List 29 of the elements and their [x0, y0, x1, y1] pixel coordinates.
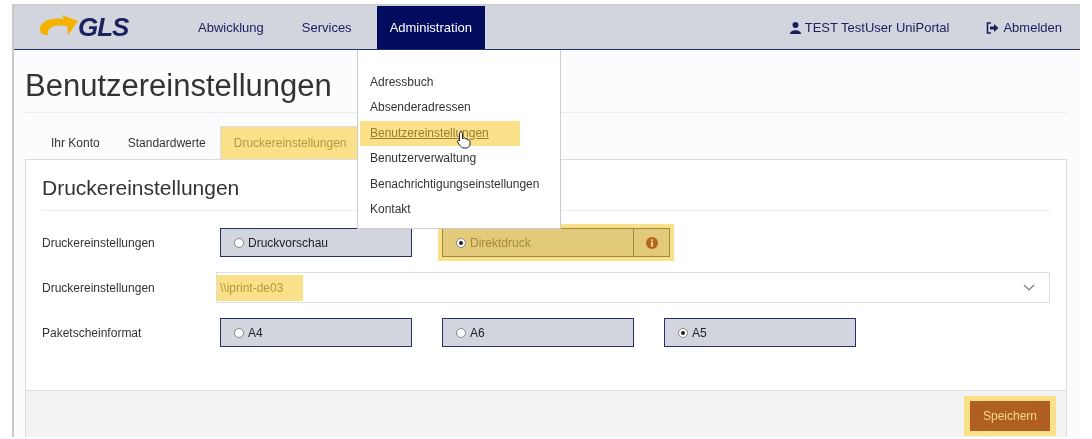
radio-button[interactable]	[234, 327, 244, 338]
tab[interactable]: Standardwerte	[113, 126, 220, 159]
nav-item[interactable]: Administration	[376, 6, 485, 49]
info-button[interactable]	[634, 228, 670, 257]
logout-icon	[986, 21, 1000, 34]
user-icon	[789, 21, 801, 34]
nav-item[interactable]: Services	[288, 6, 365, 49]
field-label: Druckereinstellungen	[42, 235, 156, 250]
tab[interactable]: Ihr Konto	[37, 126, 114, 159]
menu-item[interactable]: Benachrichtigungseinstellungen	[358, 171, 560, 197]
nav-item[interactable]: Abwicklung	[185, 6, 277, 49]
radio-button[interactable]	[234, 237, 244, 248]
info-icon	[645, 236, 658, 249]
radio-option[interactable]: A4	[220, 318, 412, 347]
radio-option[interactable]: A6	[442, 318, 634, 347]
user-link[interactable]: TEST TestUser UniPortal	[789, 20, 950, 35]
menu-item[interactable]: Adressbuch	[358, 70, 560, 96]
chevron-down-icon	[1023, 283, 1035, 292]
logo-text: GLS	[78, 12, 129, 43]
radio-option[interactable]: Druckvorschau	[220, 228, 412, 257]
select-value: \\iprint-de03	[217, 274, 304, 301]
field-label: Paketscheinformat	[42, 325, 143, 340]
logout-link[interactable]: Abmelden	[986, 20, 1062, 35]
radio-button[interactable]	[678, 327, 688, 338]
radio-button[interactable]	[456, 327, 466, 338]
field-label: Druckereinstellungen	[42, 280, 156, 295]
gls-logo[interactable]: GLS	[38, 12, 185, 43]
radio-option[interactable]: A5	[664, 318, 856, 347]
radio-button[interactable]	[456, 237, 466, 248]
